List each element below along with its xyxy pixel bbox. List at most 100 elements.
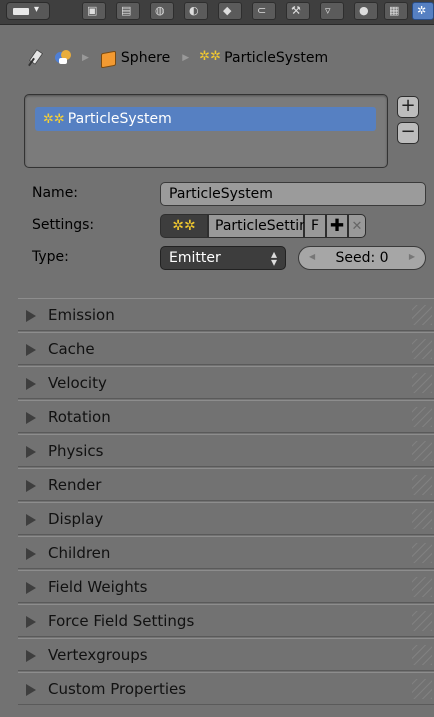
drag-grip-icon[interactable]	[412, 339, 432, 359]
panel-children[interactable]: Children	[18, 536, 434, 569]
breadcrumb-separator-icon: ▶	[182, 53, 190, 63]
panel-vertexgroups[interactable]: Vertexgroups	[18, 638, 434, 671]
panel-physics[interactable]: Physics	[18, 434, 434, 467]
settings-label: Settings:	[32, 217, 95, 233]
disclosure-triangle-icon	[26, 650, 36, 662]
particles-tab-icon: ✲	[417, 4, 427, 17]
settings-name-field[interactable]: ParticleSettings	[208, 214, 324, 238]
tab-particles[interactable]: ✲	[412, 2, 434, 20]
scene-tab-icon: ◍	[155, 4, 165, 17]
new-settings-button[interactable]: ✚	[326, 214, 348, 238]
name-value: ParticleSystem	[169, 186, 273, 202]
tab-data[interactable]: ▿	[320, 2, 344, 20]
disclosure-triangle-icon	[26, 412, 36, 424]
tab-material[interactable]: ●	[354, 2, 378, 20]
particles-icon: ✲✲	[43, 111, 65, 127]
panel-label: Velocity	[48, 374, 107, 392]
drag-grip-icon[interactable]	[412, 645, 432, 665]
panel-render[interactable]: Render	[18, 468, 434, 501]
disclosure-triangle-icon	[26, 310, 36, 322]
fake-user-label: F	[310, 218, 320, 234]
tab-constraints[interactable]: ⊂	[252, 2, 276, 20]
drag-grip-icon[interactable]	[412, 543, 432, 563]
scene-icon	[54, 49, 72, 67]
panel-label: Rotation	[48, 408, 111, 426]
type-dropdown[interactable]: Emitter ▴ ▾	[160, 246, 286, 270]
list-item[interactable]: ✲✲ ParticleSystem	[35, 107, 376, 131]
panel-force-field-settings[interactable]: Force Field Settings	[18, 604, 434, 637]
tab-object[interactable]: ◆	[218, 2, 242, 20]
panel-field-weights[interactable]: Field Weights	[18, 570, 434, 603]
add-icon: ✚	[329, 216, 345, 236]
panel-label: Custom Properties	[48, 680, 187, 698]
drag-grip-icon[interactable]	[412, 407, 432, 427]
tab-world[interactable]: ◐	[184, 2, 208, 20]
drag-grip-icon[interactable]	[412, 679, 432, 699]
disclosure-triangle-icon	[26, 480, 36, 492]
disclosure-triangle-icon	[26, 344, 36, 356]
drag-grip-icon[interactable]	[412, 509, 432, 529]
unlink-icon: ✕	[351, 218, 363, 234]
panel-cache[interactable]: Cache	[18, 332, 434, 365]
name-label: Name:	[32, 185, 79, 201]
properties-header: ▾ ▣ ▤ ◍ ◐ ◆ ⊂ ⚒ ▿ ● ▦ ✲	[0, 0, 434, 25]
disclosure-triangle-icon	[26, 684, 36, 696]
object-icon	[99, 49, 117, 69]
fake-user-button[interactable]: F	[304, 214, 326, 238]
drag-grip-icon[interactable]	[412, 475, 432, 495]
pin-icon[interactable]	[24, 48, 44, 68]
panel-rotation[interactable]: Rotation	[18, 400, 434, 433]
constraints-icon: ⊂	[257, 4, 267, 17]
decrement-icon[interactable]: ◀	[309, 252, 315, 261]
disclosure-triangle-icon	[26, 378, 36, 390]
panel-display[interactable]: Display	[18, 502, 434, 535]
updown-arrows-icon: ▴ ▾	[270, 247, 277, 269]
panel-custom-properties[interactable]: Custom Properties	[18, 672, 434, 705]
panel-label: Emission	[48, 306, 115, 324]
name-field[interactable]: ParticleSystem	[160, 182, 426, 206]
tab-render[interactable]: ▣	[82, 2, 106, 20]
panel-emission[interactable]: Emission	[18, 298, 434, 331]
settings-datablock: ✲✲ ParticleSettings F ✚ ✕	[160, 214, 366, 238]
particle-system-list[interactable]: ✲✲ ParticleSystem	[24, 94, 388, 168]
breadcrumb: ▶ Sphere ▶ ✲✲ ParticleSystem	[24, 46, 328, 70]
increment-icon[interactable]: ▶	[409, 252, 415, 261]
tab-render-layers[interactable]: ▤	[116, 2, 140, 20]
tab-modifiers[interactable]: ⚒	[286, 2, 310, 20]
drag-grip-icon[interactable]	[412, 305, 432, 325]
type-label: Type:	[32, 249, 69, 265]
render-layers-icon: ▤	[121, 4, 132, 17]
panel-label: Cache	[48, 340, 95, 358]
disclosure-triangle-icon	[26, 514, 36, 526]
breadcrumb-object: Sphere	[120, 50, 171, 66]
seed-value: Seed: 0	[335, 250, 389, 266]
panel-label: Force Field Settings	[48, 612, 195, 630]
object-tab-icon: ◆	[223, 4, 232, 17]
tab-scene[interactable]: ◍	[150, 2, 174, 20]
tab-texture[interactable]: ▦	[384, 2, 408, 20]
disclosure-triangle-icon	[26, 582, 36, 594]
drag-grip-icon[interactable]	[412, 373, 432, 393]
panel-label: Render	[48, 476, 102, 494]
type-value: Emitter	[169, 250, 221, 266]
panel-label: Children	[48, 544, 111, 562]
disclosure-triangle-icon	[26, 548, 36, 560]
seed-field[interactable]: ◀ Seed: 0 ▶	[298, 246, 426, 270]
panel-velocity[interactable]: Velocity	[18, 366, 434, 399]
remove-slot-button[interactable]: −	[397, 122, 419, 144]
drag-grip-icon[interactable]	[412, 577, 432, 597]
add-icon: +	[400, 95, 416, 116]
add-slot-button[interactable]: +	[397, 96, 419, 118]
disclosure-triangle-icon	[26, 446, 36, 458]
breadcrumb-separator-icon: ▶	[82, 53, 89, 63]
drag-grip-icon[interactable]	[412, 441, 432, 461]
wrench-icon: ⚒	[291, 4, 301, 17]
editor-type-button[interactable]: ▾	[6, 2, 50, 20]
disclosure-triangle-icon	[26, 616, 36, 628]
unlink-settings-button[interactable]: ✕	[348, 214, 366, 238]
settings-browse-button[interactable]: ✲✲	[160, 214, 208, 238]
drag-grip-icon[interactable]	[412, 611, 432, 631]
breadcrumb-particle-system: ParticleSystem	[224, 50, 329, 66]
panel-label: Vertexgroups	[48, 646, 148, 664]
remove-icon: −	[400, 121, 416, 142]
